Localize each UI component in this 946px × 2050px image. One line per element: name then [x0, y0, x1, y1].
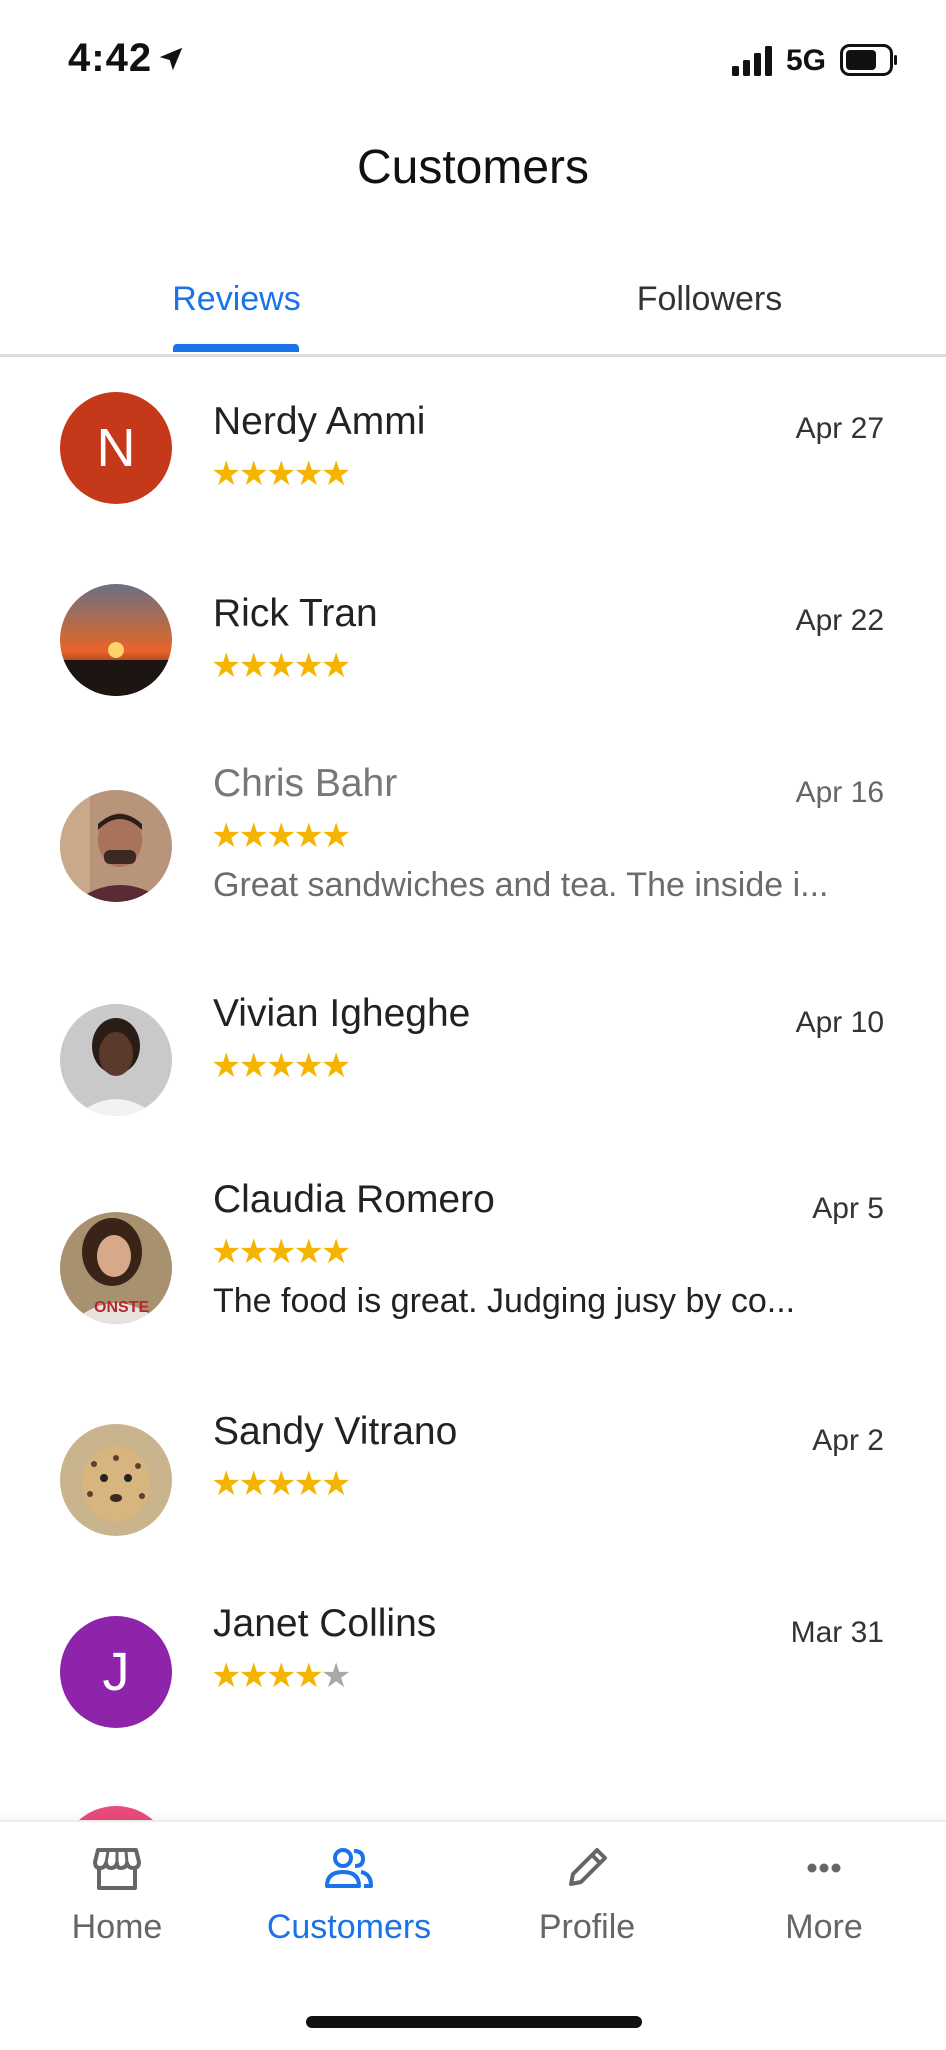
- star-rating: ★★★★★: [211, 647, 351, 685]
- home-indicator: [306, 2016, 642, 2028]
- signal-icon: [732, 46, 772, 76]
- review-date: Apr 27: [795, 412, 884, 445]
- man-avatar-image: [60, 790, 172, 902]
- star-rating: ★★★★★: [211, 817, 351, 855]
- avatar: ONSTE: [60, 1212, 172, 1324]
- nav-label: Customers: [266, 1908, 432, 1946]
- storefront-icon: [93, 1848, 141, 1890]
- nav-label: More: [785, 1908, 863, 1946]
- pencil-icon: [569, 1848, 607, 1886]
- review-snippet: The food is great. Judging jusy by co...: [213, 1282, 796, 1320]
- page-title: Customers: [356, 141, 590, 194]
- nav-profile[interactable]: Profile: [487, 1840, 687, 1947]
- reviewer-name: Chris Bahr: [213, 762, 398, 805]
- reviewer-name: Sandy Vitrano: [213, 1410, 458, 1453]
- star-rating: ★★★★★: [211, 455, 351, 493]
- nav-more[interactable]: More: [724, 1840, 924, 1947]
- cheetah-avatar-image: [60, 1424, 172, 1536]
- tab-reviews[interactable]: Reviews: [0, 280, 473, 319]
- review-snippet: Great sandwiches and tea. The inside i..…: [213, 866, 829, 904]
- review-date: Mar 31: [790, 1616, 884, 1649]
- woman-avatar-image: [60, 1004, 172, 1116]
- tab-followers[interactable]: Followers: [473, 280, 946, 319]
- status-bar: 4:42 5G: [0, 0, 946, 120]
- avatar: [60, 584, 172, 696]
- avatar: N: [60, 392, 172, 504]
- location-arrow-icon: [159, 47, 183, 71]
- woman-avatar-image: ONSTE: [60, 1212, 172, 1324]
- avatar: [60, 1004, 172, 1116]
- active-tab-indicator: [173, 344, 299, 352]
- reviewer-name: Rick Tran: [213, 592, 378, 635]
- nav-home[interactable]: Home: [17, 1840, 217, 1947]
- star-rating: ★★★★★: [211, 1047, 351, 1085]
- reviewer-name: Janet Collins: [213, 1602, 437, 1645]
- review-date: Apr 10: [795, 1006, 884, 1039]
- nav-customers[interactable]: Customers: [249, 1840, 449, 1947]
- status-time: 4:42: [68, 36, 153, 80]
- nav-label: Profile: [538, 1908, 636, 1946]
- reviewer-name: Nerdy Ammi: [213, 400, 426, 443]
- star-rating: ★★★★★: [211, 1233, 351, 1271]
- avatar: [60, 790, 172, 902]
- nav-label: Home: [71, 1908, 163, 1946]
- review-date: Apr 22: [795, 604, 884, 637]
- star-rating: ★★★★★: [211, 1657, 351, 1695]
- more-icon: [807, 1863, 841, 1873]
- reviewer-name: Vivian Igheghe: [213, 992, 471, 1035]
- battery-icon: [840, 44, 897, 76]
- reviewer-name: Claudia Romero: [213, 1178, 495, 1221]
- star-rating: ★★★★★: [211, 1465, 351, 1503]
- tab-bar: Reviews Followers: [0, 270, 946, 357]
- sunset-avatar-image: [60, 584, 172, 696]
- people-icon: [325, 1848, 373, 1888]
- review-date: Apr 5: [812, 1192, 884, 1225]
- avatar: [60, 1424, 172, 1536]
- review-date: Apr 16: [795, 776, 884, 809]
- network-type: 5G: [786, 44, 827, 77]
- review-date: Apr 2: [812, 1424, 884, 1457]
- svg-text:ONSTE: ONSTE: [94, 1299, 149, 1316]
- avatar: J: [60, 1616, 172, 1728]
